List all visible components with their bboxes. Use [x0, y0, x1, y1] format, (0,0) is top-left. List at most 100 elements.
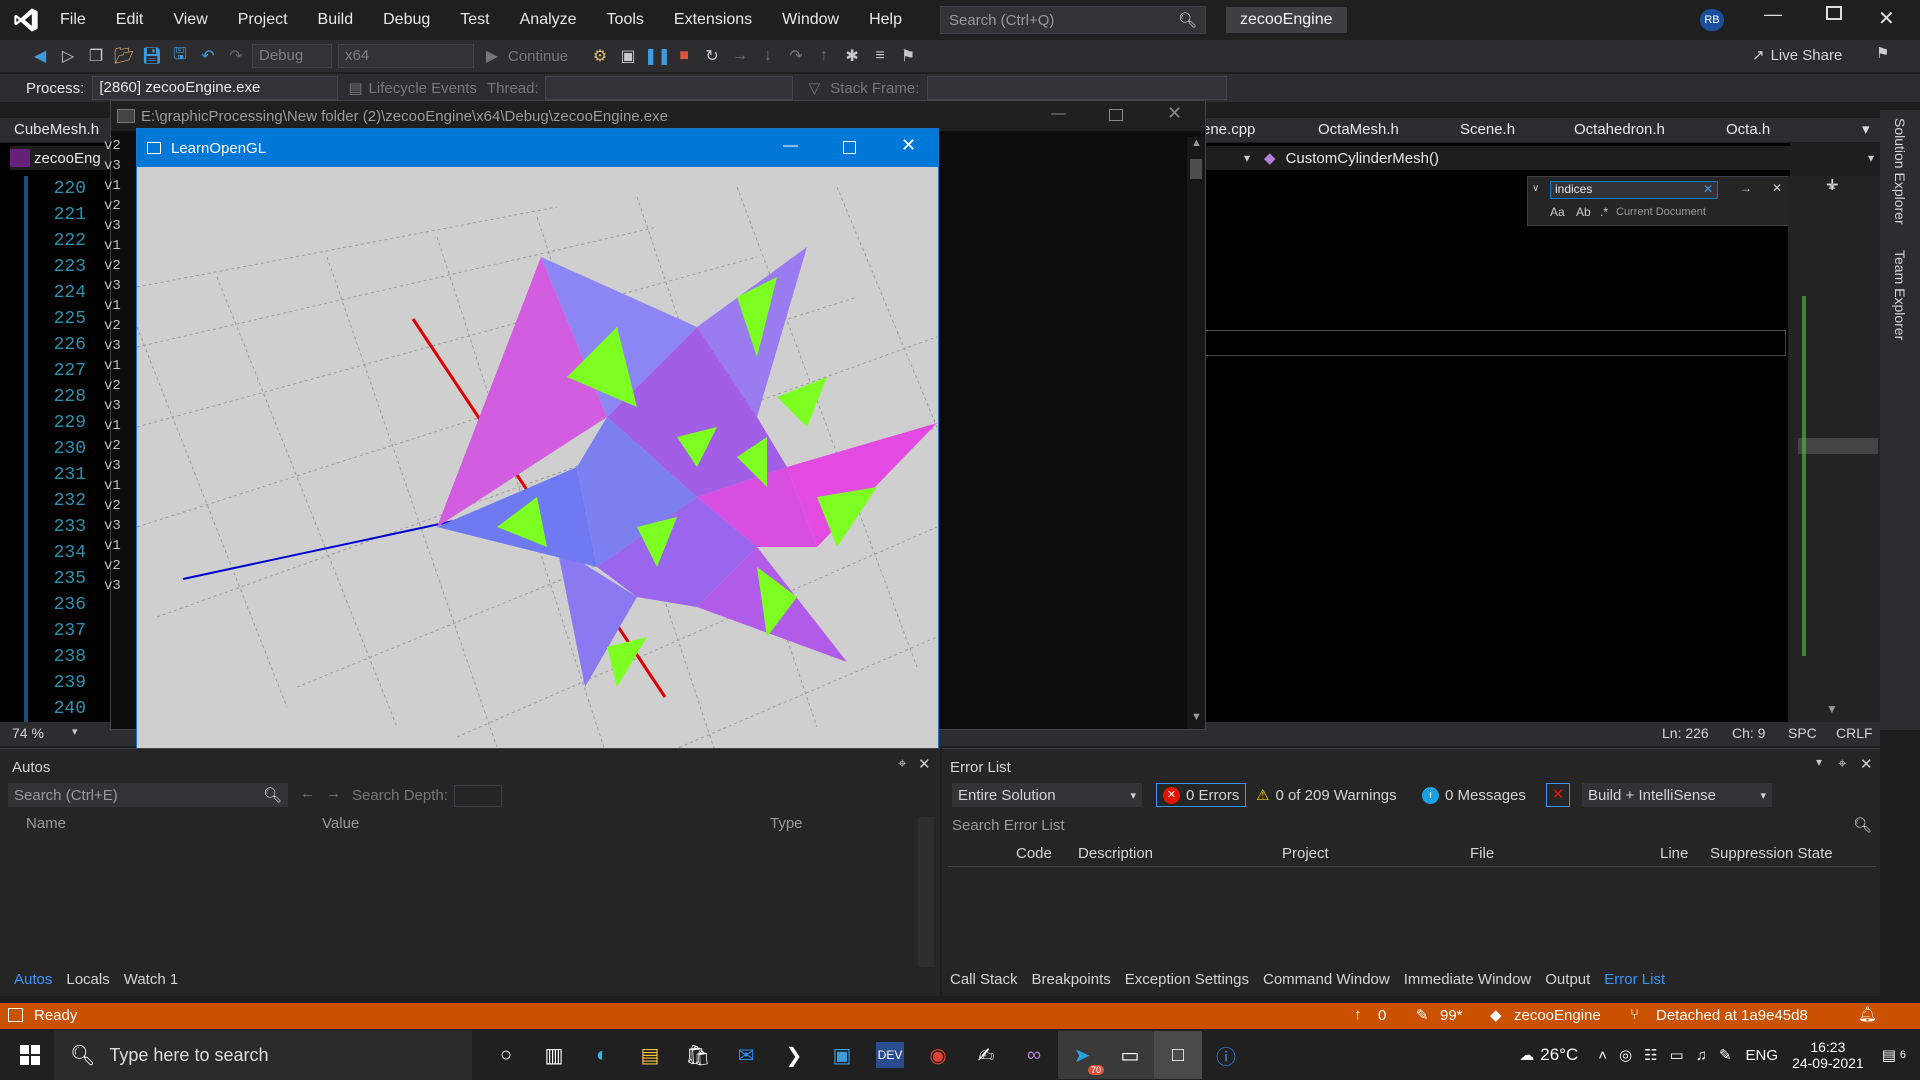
toggle-comment-icon[interactable]: ≡	[868, 47, 892, 65]
col-code[interactable]: Code	[1016, 845, 1052, 862]
weather-temp[interactable]: 26°C	[1540, 1045, 1578, 1065]
close-icon[interactable]: ✕	[1878, 6, 1895, 31]
dev-cpp-icon[interactable]: DEV	[876, 1042, 904, 1068]
code-map-thumb[interactable]	[1798, 438, 1878, 454]
code-map-scrollbar[interactable]: ▲ ▼	[1788, 176, 1880, 722]
mail-icon[interactable]: ✉	[722, 1031, 770, 1079]
find-next-icon[interactable]: →	[1740, 181, 1752, 195]
tab-locals[interactable]: Locals	[66, 971, 109, 988]
wifi-icon[interactable]: ☷	[1644, 1046, 1657, 1064]
line-ending[interactable]: CRLF	[1836, 725, 1873, 741]
menu-file[interactable]: File	[60, 11, 86, 29]
tab-exception-settings[interactable]: Exception Settings	[1125, 971, 1249, 988]
menu-view[interactable]: View	[173, 11, 207, 29]
find-scope[interactable]: Current Document	[1616, 206, 1706, 218]
visual-studio-logo-icon[interactable]	[12, 6, 40, 34]
find-clear-icon[interactable]: ✕	[1703, 182, 1713, 196]
notifications-bell-icon[interactable]: 🔔︎	[1858, 1005, 1877, 1023]
continue-icon[interactable]: ▶	[480, 46, 504, 66]
tab-octa-h[interactable]: Octa.h	[1726, 121, 1770, 138]
opengl-close-icon[interactable]: ✕	[901, 135, 916, 156]
console-close-icon[interactable]: ✕	[1167, 103, 1182, 124]
clear-filter-icon[interactable]: ✕	[1546, 783, 1570, 807]
error-list-close-icon[interactable]: ✕	[1860, 755, 1873, 773]
notification-count[interactable]: 6	[1900, 1049, 1906, 1061]
tab-call-stack[interactable]: Call Stack	[950, 971, 1018, 988]
tab-breakpoints[interactable]: Breakpoints	[1032, 971, 1111, 988]
zoom-level[interactable]: 74 %	[12, 725, 44, 741]
opengl-minimize-icon[interactable]: —	[783, 137, 798, 154]
remote-desktop-icon[interactable]: ▣	[818, 1031, 866, 1079]
redo-icon[interactable]: ↷	[224, 46, 248, 66]
error-list-search-input[interactable]: Search Error List 🔍︎	[948, 813, 1876, 837]
publish-icon[interactable]: ↑	[1354, 1006, 1362, 1023]
tab-error-list[interactable]: Error List	[1604, 971, 1665, 988]
autos-search-input[interactable]: Search (Ctrl+E) 🔍︎	[8, 783, 288, 807]
quick-search-input[interactable]: Search (Ctrl+Q) 🔍︎	[939, 6, 1206, 34]
maximize-icon[interactable]	[1826, 6, 1842, 20]
save-icon[interactable]: 💾︎	[140, 46, 164, 66]
edge-icon[interactable]: ◐	[578, 1031, 626, 1079]
build-filter-select[interactable]: Build + IntelliSense ▾	[1582, 783, 1772, 807]
platform-select[interactable]: x64	[338, 44, 474, 68]
volume-icon[interactable]: ♫	[1696, 1047, 1707, 1064]
scope-select[interactable]: Entire Solution ▾	[952, 783, 1142, 807]
regex-icon[interactable]: .*	[1600, 205, 1608, 219]
autos-pin-icon[interactable]: ⌖	[898, 755, 906, 772]
console-scroll-up-icon[interactable]: ▲	[1191, 137, 1202, 149]
filter-icon[interactable]: ▽	[809, 79, 821, 97]
col-suppression-state[interactable]: Suppression State	[1710, 845, 1833, 862]
store-icon[interactable]: 🛍︎	[674, 1031, 722, 1079]
save-all-icon[interactable]: 🖫︎	[168, 43, 192, 70]
member-combo[interactable]: ▾ ◆ CustomCylinderMesh() ▾	[1206, 146, 1880, 170]
error-list-dropdown-icon[interactable]: ▾	[1816, 755, 1822, 769]
menu-test[interactable]: Test	[460, 11, 489, 29]
open-file-icon[interactable]: 📂︎	[112, 46, 136, 66]
step-over-icon[interactable]: ↷	[784, 46, 808, 66]
search-depth-select[interactable]	[454, 785, 502, 807]
undo-icon[interactable]: ↶	[196, 46, 220, 66]
find-input[interactable]: indices ✕	[1550, 181, 1718, 199]
attach-process-icon[interactable]: ⚙	[588, 46, 612, 66]
messages-filter-button[interactable]: i 0 Messages	[1422, 783, 1526, 807]
task-view-icon[interactable]: ▥	[530, 1031, 578, 1079]
console-scroll-down-icon[interactable]: ▼	[1191, 711, 1202, 723]
tab-command-window[interactable]: Command Window	[1263, 971, 1390, 988]
restart-icon[interactable]: ↻	[700, 46, 724, 66]
navigate-forward-icon[interactable]: ▷	[56, 46, 80, 66]
repo-name[interactable]: zecooEngine	[1514, 1007, 1601, 1024]
scroll-down-icon[interactable]: ▼	[1826, 702, 1838, 716]
autos-search-icon[interactable]: 🔍︎	[263, 786, 282, 804]
branch-icon[interactable]: ⑂	[1630, 1006, 1639, 1023]
step-out-icon[interactable]: ↑	[812, 47, 836, 65]
stack-frame-select[interactable]	[927, 76, 1228, 100]
feedback-icon[interactable]: ⚑	[1876, 44, 1889, 62]
notepad-icon[interactable]: ✍	[962, 1031, 1010, 1079]
taskbar-search-box[interactable]: 🔍︎ Type here to search	[54, 1030, 472, 1080]
stop-icon[interactable]: ■	[672, 47, 696, 65]
configuration-select[interactable]: Debug	[252, 44, 332, 68]
show-next-statement-icon[interactable]: →	[728, 47, 752, 65]
opengl-maximize-icon[interactable]	[843, 141, 856, 154]
find-close-icon[interactable]: ✕	[1772, 181, 1782, 195]
opengl-taskbar-icon[interactable]: □	[1154, 1031, 1202, 1079]
match-case-icon[interactable]: Aa	[1550, 205, 1565, 219]
publish-count[interactable]: 0	[1378, 1007, 1386, 1024]
opengl-viewport[interactable]	[137, 167, 938, 766]
whitespace-mode[interactable]: SPC	[1788, 725, 1817, 741]
step-into-icon[interactable]: ↓	[756, 47, 780, 65]
tab-overflow-icon[interactable]: ▾	[1862, 120, 1870, 138]
tray-overflow-icon[interactable]: ˄	[1598, 1047, 1607, 1064]
help-icon[interactable]: ⓘ	[1202, 1031, 1250, 1079]
pen-icon[interactable]: ✎	[1719, 1046, 1732, 1064]
repo-icon[interactable]: ◆	[1490, 1006, 1502, 1024]
thread-select[interactable]	[544, 76, 793, 100]
opengl-window[interactable]: LearnOpenGL — ✕	[136, 128, 939, 767]
zoom-dropdown-icon[interactable]: ▾	[72, 725, 78, 738]
user-avatar[interactable]: RB	[1700, 9, 1724, 31]
col-name[interactable]: Name	[26, 815, 66, 832]
menu-edit[interactable]: Edit	[116, 11, 144, 29]
project-combo[interactable]: zecooEng	[10, 146, 110, 170]
autos-back-icon[interactable]: ←	[300, 785, 315, 802]
pause-icon[interactable]: ❚❚	[644, 46, 671, 66]
